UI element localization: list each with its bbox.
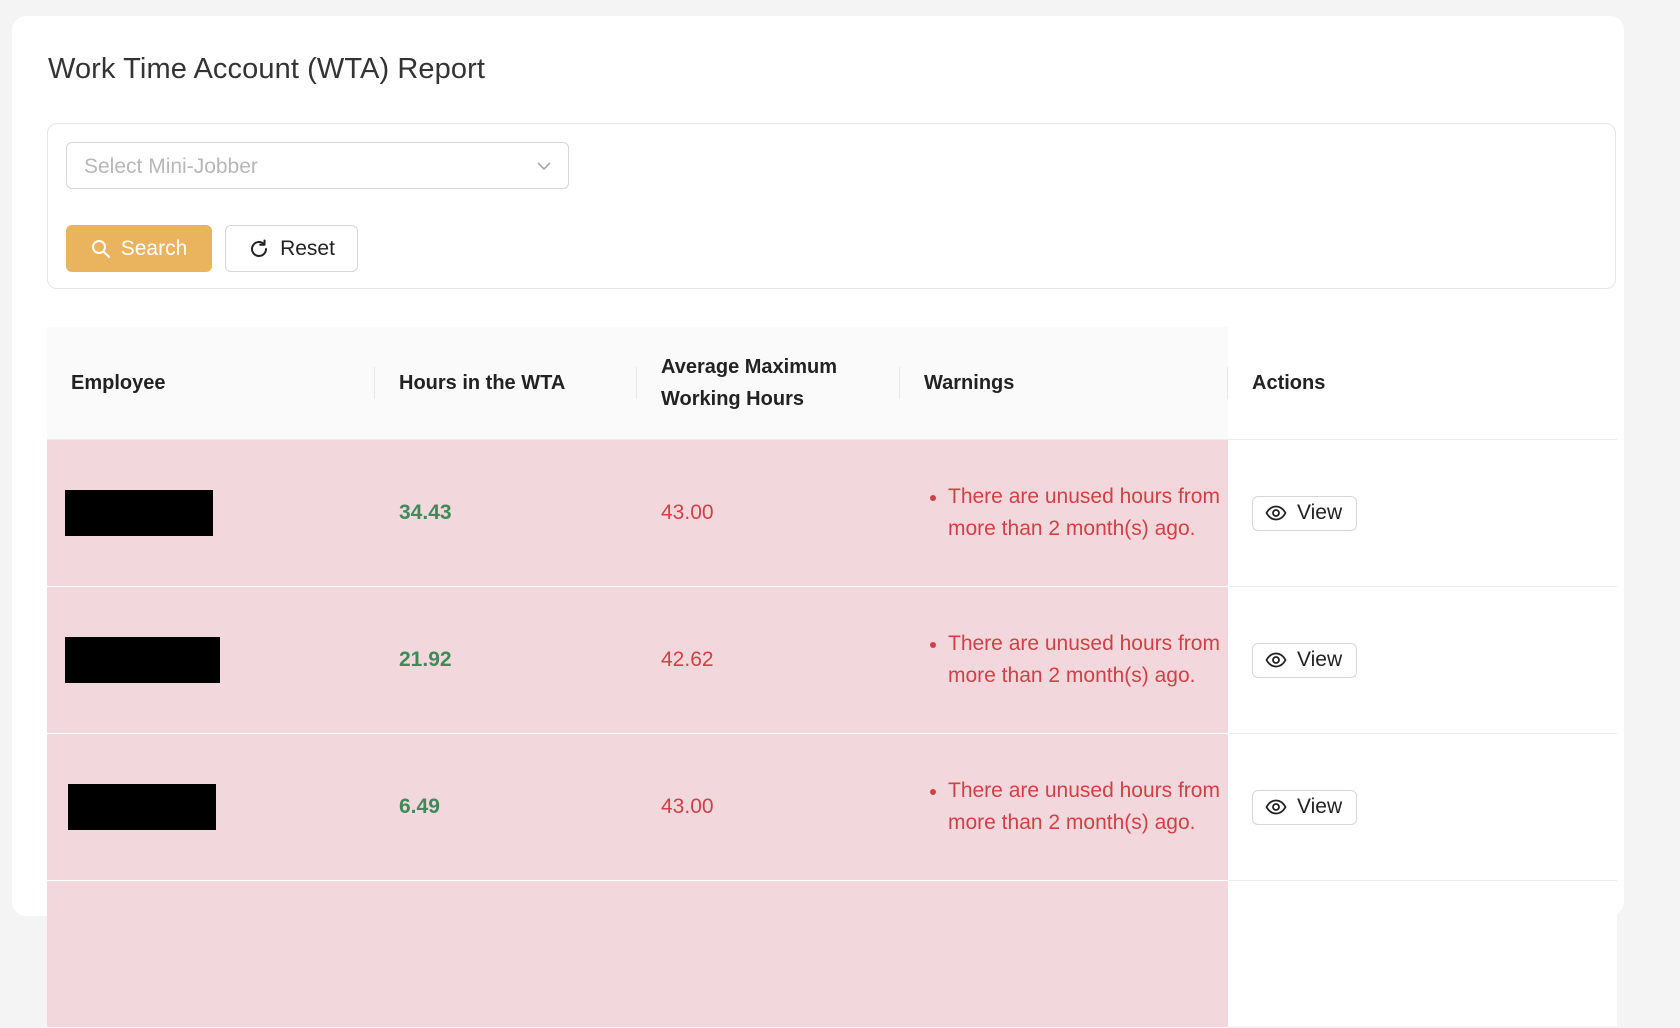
table-row: 34.43 43.00 There are unused hours from … — [47, 439, 1617, 587]
page-title: Work Time Account (WTA) Report — [48, 53, 486, 85]
hours-value: 21.92 — [399, 648, 452, 671]
avg-max-value: 43.00 — [661, 501, 714, 524]
warnings-cell: There are unused hours from more than 2 … — [900, 439, 1228, 587]
view-button[interactable]: View — [1252, 495, 1358, 531]
wta-table-container: Employee Hours in the WTA Average Maximu… — [47, 327, 1617, 1028]
header-employee-label: Employee — [71, 372, 166, 394]
actions-cell — [1228, 880, 1617, 1028]
employee-cell — [47, 733, 375, 881]
hours-cell — [375, 880, 637, 1028]
table-header-row: Employee Hours in the WTA Average Maximu… — [47, 327, 1617, 440]
search-button[interactable]: Search — [66, 225, 212, 272]
warnings-cell — [900, 880, 1228, 1028]
table-row: 21.92 42.62 There are unused hours from … — [47, 586, 1617, 734]
warning-item: There are unused hours from more than 2 … — [930, 775, 1228, 839]
warning-item: There are unused hours from more than 2 … — [930, 481, 1228, 545]
header-hours-label: Hours in the WTA — [399, 372, 566, 394]
search-button-label: Search — [120, 236, 188, 260]
view-button[interactable]: View — [1252, 642, 1358, 678]
header-actions-label: Actions — [1252, 372, 1326, 394]
employee-cell — [47, 880, 375, 1028]
avg-max-cell: 42.62 — [637, 586, 900, 734]
avg-max-cell — [637, 880, 900, 1028]
hours-cell: 6.49 — [375, 733, 637, 881]
avg-max-cell: 43.00 — [637, 733, 900, 881]
warnings-list: There are unused hours from more than 2 … — [924, 628, 1228, 692]
header-avg-max-line2: Working Hours — [661, 388, 804, 410]
header-avg-max-line1: Average Maximum — [661, 356, 837, 378]
redacted-employee-name — [65, 490, 213, 536]
column-header-hours: Hours in the WTA — [375, 327, 637, 440]
eye-icon — [1265, 652, 1287, 668]
filter-panel: Select Mini-Jobber Search Reset — [47, 123, 1616, 289]
column-header-actions: Actions — [1228, 327, 1617, 440]
hours-cell: 34.43 — [375, 439, 637, 587]
actions-cell: View — [1228, 586, 1617, 734]
column-header-avg-max: Average Maximum Working Hours — [637, 327, 900, 440]
avg-max-cell: 43.00 — [637, 439, 900, 587]
actions-cell: View — [1228, 733, 1617, 881]
hours-value: 6.49 — [399, 795, 440, 818]
reload-icon — [251, 239, 268, 257]
report-card: Work Time Account (WTA) Report Select Mi… — [12, 16, 1624, 1028]
column-header-employee: Employee — [47, 327, 375, 440]
header-warnings-label: Warnings — [924, 372, 1015, 394]
redacted-employee-name — [65, 637, 220, 683]
mini-jobber-select[interactable]: Select Mini-Jobber — [66, 142, 569, 189]
eye-icon — [1265, 505, 1287, 521]
eye-icon — [1265, 799, 1287, 815]
wta-table: Employee Hours in the WTA Average Maximu… — [47, 327, 1617, 1028]
warnings-list: There are unused hours from more than 2 … — [924, 775, 1228, 839]
warnings-cell: There are unused hours from more than 2 … — [900, 586, 1228, 734]
table-row — [47, 880, 1617, 1028]
warning-item: There are unused hours from more than 2 … — [930, 628, 1228, 692]
avg-max-value: 42.62 — [661, 648, 714, 671]
hours-cell: 21.92 — [375, 586, 637, 734]
view-button-label: View — [1297, 501, 1343, 524]
warnings-list: There are unused hours from more than 2 … — [924, 481, 1228, 545]
view-button[interactable]: View — [1252, 789, 1358, 825]
redacted-employee-name — [68, 784, 216, 830]
avg-max-value: 43.00 — [661, 795, 714, 818]
actions-cell: View — [1228, 439, 1617, 587]
view-button-label: View — [1297, 648, 1343, 671]
search-icon — [91, 239, 110, 258]
column-header-warnings: Warnings — [900, 327, 1228, 440]
reset-button-label: Reset — [280, 236, 335, 260]
employee-cell — [47, 586, 375, 734]
view-button-label: View — [1297, 795, 1343, 818]
hours-value: 34.43 — [399, 501, 452, 524]
select-placeholder: Select Mini-Jobber — [84, 155, 258, 178]
reset-button[interactable]: Reset — [225, 225, 358, 272]
warnings-cell: There are unused hours from more than 2 … — [900, 733, 1228, 881]
chevron-down-icon — [537, 162, 551, 171]
employee-cell — [47, 439, 375, 587]
table-row: 6.49 43.00 There are unused hours from m… — [47, 733, 1617, 881]
